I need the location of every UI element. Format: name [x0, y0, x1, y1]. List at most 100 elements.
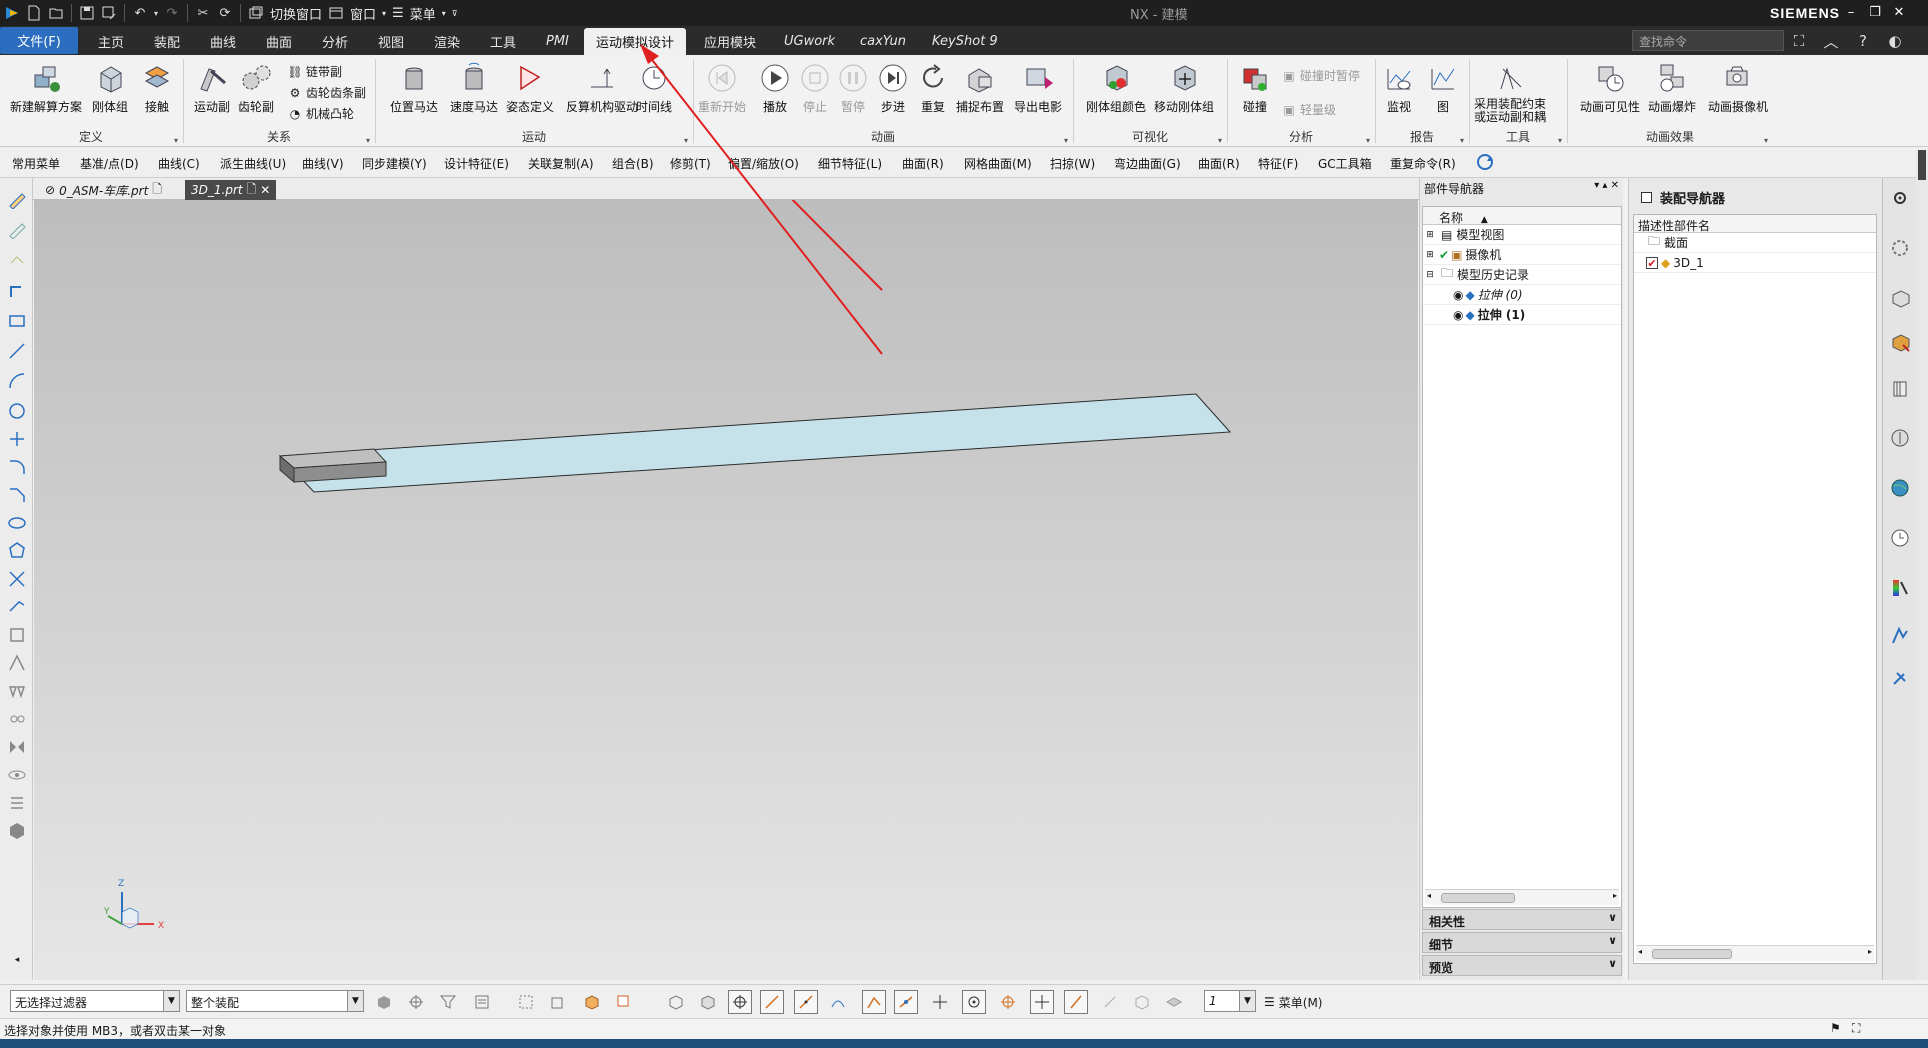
name-column-header[interactable]: 名称 ▲	[1423, 207, 1621, 225]
repeat-button[interactable]: 重复	[916, 61, 950, 115]
assembly-navigator-icon[interactable]	[1887, 234, 1913, 262]
tab-view[interactable]: 视图	[364, 28, 418, 55]
select-feature-icon[interactable]	[514, 990, 538, 1014]
rigid-body-button[interactable]: 刚体组	[92, 61, 128, 115]
fillet-icon[interactable]	[4, 454, 30, 480]
pattern-curve-icon[interactable]	[4, 678, 30, 704]
shaded-solid-icon[interactable]	[4, 818, 30, 844]
cmd-design-feature[interactable]: 设计特征(E)	[444, 155, 509, 172]
general-selection-icon[interactable]	[470, 990, 494, 1014]
line-icon[interactable]	[4, 338, 30, 364]
circle-icon[interactable]	[4, 398, 30, 424]
constraint-icon[interactable]	[4, 706, 30, 732]
close-tab-icon[interactable]: ✕	[260, 183, 270, 197]
tab-3d-1[interactable]: 3D_1.prt 🗋 ✕	[185, 180, 277, 200]
tab-motion-simulation[interactable]: 运动模拟设计	[584, 28, 686, 55]
rigid-group-color-button[interactable]: 刚体组颜色	[1086, 61, 1146, 115]
chain-pair-button[interactable]: ⛓ 链带副	[287, 63, 342, 80]
display-constraints-icon[interactable]	[4, 762, 30, 788]
snap-existing-point-icon[interactable]	[996, 990, 1020, 1014]
window-icon[interactable]	[326, 3, 346, 23]
mirror-curve-icon[interactable]	[4, 734, 30, 760]
snap-tangent-icon[interactable]	[928, 990, 952, 1014]
history-icon[interactable]	[1887, 524, 1913, 552]
collision-button[interactable]: 碰撞	[1238, 61, 1272, 115]
snap-pole-icon[interactable]	[1130, 990, 1154, 1014]
rack-pinion-button[interactable]: ⚙ 齿轮齿条副	[288, 84, 366, 101]
tree-node-cameras[interactable]: ⊞ ✔ ▣ 摄像机	[1423, 245, 1621, 265]
graph-button[interactable]: 图	[1426, 61, 1460, 115]
view-triad[interactable]: Z X Y	[103, 872, 184, 955]
command-search-input[interactable]: 查找命令	[1632, 30, 1784, 51]
group-expand-icon[interactable]: ▾	[366, 136, 370, 145]
wireframe-icon[interactable]	[664, 990, 688, 1014]
restart-button[interactable]: 重新开始	[698, 61, 746, 115]
cmd-detail-feature[interactable]: 细节特征(L)	[818, 155, 882, 172]
cmd-surface-2[interactable]: 曲面(R)	[1198, 155, 1240, 172]
role-tools-icon[interactable]	[1887, 664, 1913, 692]
file-menu-button[interactable]: 文件(F)	[0, 27, 78, 54]
tab-pmi[interactable]: PMI	[532, 28, 583, 55]
cmd-repeat-command[interactable]: 重复命令(R)	[1390, 155, 1456, 172]
scrollbar-thumb[interactable]	[1652, 949, 1732, 959]
cmd-sweep[interactable]: 扫掠(W)	[1050, 155, 1095, 172]
group-expand-icon[interactable]: ▾	[1366, 136, 1370, 145]
new-solution-button[interactable]: 新建解算方案	[10, 61, 82, 115]
group-expand-icon[interactable]: ▾	[1558, 136, 1562, 145]
tab-ugwork[interactable]: UGwork	[770, 28, 849, 55]
layer-icon[interactable]	[1162, 990, 1186, 1014]
expand-icon[interactable]: ⊞	[1423, 230, 1437, 240]
panel-toggle-icon[interactable]: ◐	[1884, 30, 1906, 52]
group-expand-icon[interactable]: ▾	[174, 136, 178, 145]
redo-icon[interactable]: ↷	[162, 3, 182, 23]
close-icon[interactable]: ✕	[1890, 3, 1908, 21]
visibility-eye-icon[interactable]: ◉	[1453, 308, 1463, 322]
tree-node-3d-1[interactable]: ✔ ◆ 3D_1	[1634, 253, 1876, 273]
tab-assembly[interactable]: 装配	[140, 28, 194, 55]
tab-home[interactable]: 主页	[84, 28, 138, 55]
group-expand-icon[interactable]: ▾	[684, 136, 688, 145]
collapse-icon[interactable]: ⊟	[1423, 270, 1437, 280]
snap-on-curve-icon[interactable]	[1030, 990, 1054, 1014]
section-preview[interactable]: 预览 ∨	[1422, 955, 1622, 976]
snap-quadrant-icon[interactable]	[962, 990, 986, 1014]
horizontal-scrollbar[interactable]: ◂ ▸	[1636, 945, 1874, 961]
tree-node-model-views[interactable]: ⊞ ▤ 模型视图	[1423, 225, 1621, 245]
cmd-trim[interactable]: 修剪(T)	[670, 155, 711, 172]
animation-visibility-button[interactable]: 动画可见性	[1580, 61, 1640, 115]
scrollbar-thumb[interactable]	[1441, 893, 1515, 903]
cmd-datum-point[interactable]: 基准/点(D)	[80, 155, 139, 172]
stop-button[interactable]: 停止	[798, 61, 832, 115]
cmd-curve-v[interactable]: 曲线(V)	[302, 155, 344, 172]
tree-node-section[interactable]: 🗀 截面	[1634, 233, 1876, 253]
open-file-icon[interactable]	[46, 3, 66, 23]
undo-dropdown-icon[interactable]: ▾	[152, 3, 160, 23]
offset-curve-icon[interactable]	[4, 650, 30, 676]
pin-checkbox-icon[interactable]	[1641, 192, 1652, 203]
snap-midpoint-icon[interactable]	[794, 990, 818, 1014]
undo-icon[interactable]: ↶	[130, 3, 150, 23]
sketch-settings-icon[interactable]	[4, 790, 30, 816]
cmd-gc-toolbox[interactable]: GC工具箱	[1318, 155, 1372, 172]
snap-intersection-icon[interactable]	[862, 990, 886, 1014]
shaded-icon[interactable]	[696, 990, 720, 1014]
arc-icon[interactable]	[4, 368, 30, 394]
tab-caxyun[interactable]: caxYun	[846, 28, 920, 55]
main-menu-button[interactable]: 菜单	[408, 4, 438, 23]
expand-icon[interactable]: ⊞	[1423, 250, 1437, 260]
visibility-eye-icon[interactable]: ◉	[1453, 288, 1463, 302]
move-rigid-group-button[interactable]: 移动刚体组	[1154, 61, 1214, 115]
position-motor-button[interactable]: 位置马达	[390, 61, 438, 115]
snap-crosshair-icon[interactable]	[728, 990, 752, 1014]
step-button[interactable]: 步进	[876, 61, 910, 115]
tab-analysis[interactable]: 分析	[308, 28, 362, 55]
descriptive-part-name-header[interactable]: 描述性部件名	[1634, 215, 1876, 233]
quick-extend-icon[interactable]	[4, 594, 30, 620]
switch-window-icon[interactable]	[246, 3, 266, 23]
horizontal-scrollbar[interactable]: ◂ ▸	[1425, 889, 1619, 905]
scroll-left-icon[interactable]: ◂	[1427, 891, 1431, 900]
select-face-icon[interactable]	[612, 990, 636, 1014]
cmd-mesh-surface[interactable]: 网格曲面(M)	[964, 155, 1032, 172]
pause-button[interactable]: 暂停	[836, 61, 870, 115]
rectangle-icon[interactable]	[4, 308, 30, 334]
